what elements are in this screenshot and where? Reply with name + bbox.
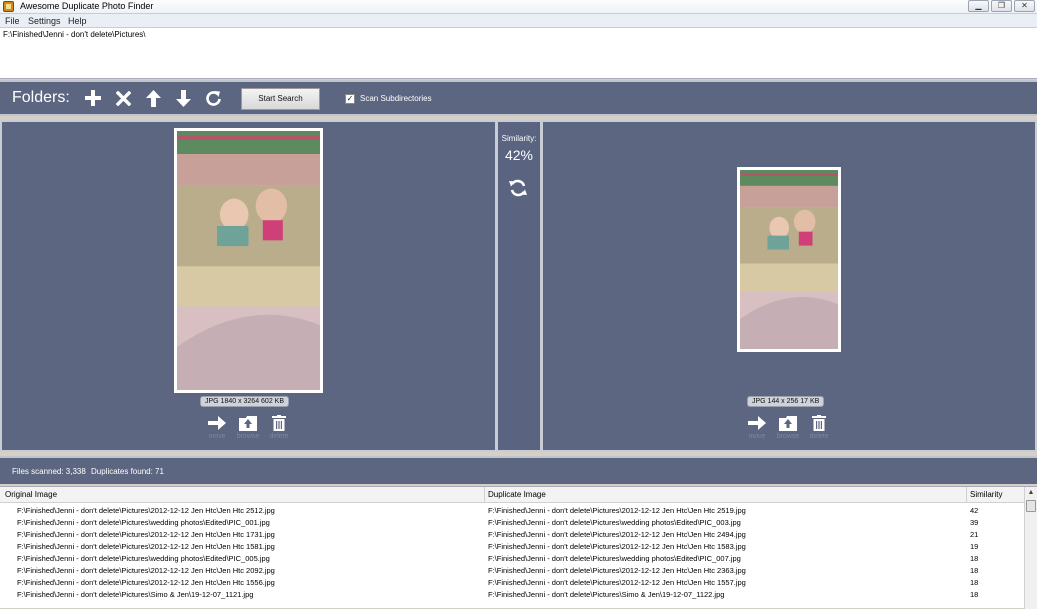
move-button[interactable]: move [204, 414, 230, 441]
app-icon [3, 1, 14, 12]
similarity-panel: Similarity: 42% [498, 122, 540, 450]
duplicate-path: F:\Finished\Jenni - don't delete\Picture… [488, 578, 746, 587]
table-row[interactable]: F:\Finished\Jenni - don't delete\Picture… [0, 541, 1024, 553]
duplicates-found: Duplicates found: 71 [91, 467, 164, 476]
browse-label: browse [776, 433, 800, 440]
trash-icon [806, 414, 832, 432]
similarity-cell: 39 [970, 518, 979, 527]
scroll-thumb[interactable] [1026, 500, 1036, 512]
original-image-pane: JPG 1840 x 3264 602 KB move browse delet… [2, 122, 495, 450]
arrow-right-icon [744, 414, 770, 432]
plus-icon[interactable] [84, 89, 102, 107]
delete-label: delete [809, 433, 829, 440]
scan-subdirectories-checkbox[interactable]: ✓ [345, 94, 355, 104]
browse-button[interactable]: browse [775, 414, 801, 441]
browse-button[interactable]: browse [235, 414, 261, 441]
folder-upload-icon [775, 414, 801, 432]
maximize-button[interactable]: ❐ [991, 0, 1012, 12]
start-search-button[interactable]: Start Search [241, 88, 320, 110]
delete-label: delete [269, 433, 289, 440]
column-similarity[interactable]: Similarity [970, 490, 1002, 499]
duplicate-path: F:\Finished\Jenni - don't delete\Picture… [488, 566, 746, 575]
similarity-label: Similarity: [501, 134, 537, 143]
duplicate-image[interactable] [737, 167, 841, 352]
table-row[interactable]: F:\Finished\Jenni - don't delete\Picture… [0, 517, 1024, 529]
column-divider[interactable] [484, 487, 485, 503]
original-image[interactable] [174, 128, 323, 393]
similarity-cell: 18 [970, 578, 979, 587]
results-table: Original Image Duplicate Image Similarit… [0, 486, 1037, 609]
duplicate-image-info: JPG 144 x 256 17 KB [747, 396, 825, 407]
table-row[interactable]: F:\Finished\Jenni - don't delete\Picture… [0, 589, 1024, 601]
menu-settings[interactable]: Settings [28, 15, 61, 27]
similarity-cell: 18 [970, 554, 979, 563]
original-path: F:\Finished\Jenni - don't delete\Picture… [17, 566, 275, 575]
duplicate-path: F:\Finished\Jenni - don't delete\Picture… [488, 542, 746, 551]
close-button[interactable]: ✕ [1014, 0, 1035, 12]
duplicate-path: F:\Finished\Jenni - don't delete\Picture… [488, 590, 725, 599]
table-header: Original Image Duplicate Image Similarit… [0, 487, 1024, 503]
folder-list-item[interactable]: F:\Finished\Jenni - don't delete\Picture… [3, 30, 146, 39]
delete-button[interactable]: delete [266, 414, 292, 441]
arrow-up-icon[interactable] [144, 89, 162, 107]
folder-upload-icon [235, 414, 261, 432]
window-title: Awesome Duplicate Photo Finder [20, 1, 154, 11]
original-path: F:\Finished\Jenni - don't delete\Picture… [17, 578, 275, 587]
original-path: F:\Finished\Jenni - don't delete\Picture… [17, 554, 270, 563]
x-icon[interactable] [114, 89, 132, 107]
swap-icon[interactable] [508, 178, 528, 198]
vertical-scrollbar[interactable]: ▲ [1024, 487, 1037, 609]
move-label: move [748, 433, 766, 440]
table-row[interactable]: F:\Finished\Jenni - don't delete\Picture… [0, 577, 1024, 589]
original-path: F:\Finished\Jenni - don't delete\Picture… [17, 518, 270, 527]
similarity-cell: 19 [970, 542, 979, 551]
status-bar: Files scanned: 3,338 Duplicates found: 7… [0, 456, 1037, 484]
title-bar: Awesome Duplicate Photo Finder ▁ ❐ ✕ [0, 0, 1037, 14]
original-path: F:\Finished\Jenni - don't delete\Picture… [17, 506, 275, 515]
folders-label: Folders: [12, 89, 70, 106]
similarity-cell: 18 [970, 590, 979, 599]
minimize-button[interactable]: ▁ [968, 0, 989, 12]
table-row[interactable]: F:\Finished\Jenni - don't delete\Picture… [0, 553, 1024, 565]
original-image-info: JPG 1840 x 3264 602 KB [200, 396, 289, 407]
files-scanned: Files scanned: 3,338 [12, 467, 86, 476]
browse-label: browse [236, 433, 260, 440]
column-divider[interactable] [966, 487, 967, 503]
folders-toolbar: Folders: Start Search ✓ Scan Subdirector… [0, 80, 1037, 116]
delete-button[interactable]: delete [806, 414, 832, 441]
comparison-area: JPG 1840 x 3264 602 KB move browse delet… [0, 120, 1037, 452]
refresh-icon[interactable] [204, 89, 222, 107]
scroll-up-button[interactable]: ▲ [1025, 488, 1037, 498]
trash-icon [266, 414, 292, 432]
similarity-cell: 18 [970, 566, 979, 575]
table-row[interactable]: F:\Finished\Jenni - don't delete\Picture… [0, 565, 1024, 577]
table-row[interactable]: F:\Finished\Jenni - don't delete\Picture… [0, 505, 1024, 517]
column-duplicate-image[interactable]: Duplicate Image [488, 490, 546, 499]
similarity-value: 42% [504, 147, 534, 163]
duplicate-path: F:\Finished\Jenni - don't delete\Picture… [488, 530, 746, 539]
duplicate-path: F:\Finished\Jenni - don't delete\Picture… [488, 554, 741, 563]
folder-list[interactable]: F:\Finished\Jenni - don't delete\Picture… [0, 28, 1037, 79]
similarity-cell: 21 [970, 530, 979, 539]
menu-bar: File Settings Help [0, 14, 1037, 28]
original-path: F:\Finished\Jenni - don't delete\Picture… [17, 590, 254, 599]
duplicate-image-pane: JPG 144 x 256 17 KB move browse delete [543, 122, 1035, 450]
scan-subdirectories-label: Scan Subdirectories [360, 94, 432, 103]
column-original-image[interactable]: Original Image [5, 490, 57, 499]
original-path: F:\Finished\Jenni - don't delete\Picture… [17, 542, 275, 551]
table-row[interactable]: F:\Finished\Jenni - don't delete\Picture… [0, 529, 1024, 541]
menu-file[interactable]: File [5, 15, 20, 27]
arrow-down-icon[interactable] [174, 89, 192, 107]
similarity-cell: 42 [970, 506, 979, 515]
move-button[interactable]: move [744, 414, 770, 441]
menu-help[interactable]: Help [68, 15, 87, 27]
arrow-right-icon [204, 414, 230, 432]
original-path: F:\Finished\Jenni - don't delete\Picture… [17, 530, 275, 539]
move-label: move [208, 433, 226, 440]
duplicate-path: F:\Finished\Jenni - don't delete\Picture… [488, 518, 741, 527]
duplicate-path: F:\Finished\Jenni - don't delete\Picture… [488, 506, 746, 515]
